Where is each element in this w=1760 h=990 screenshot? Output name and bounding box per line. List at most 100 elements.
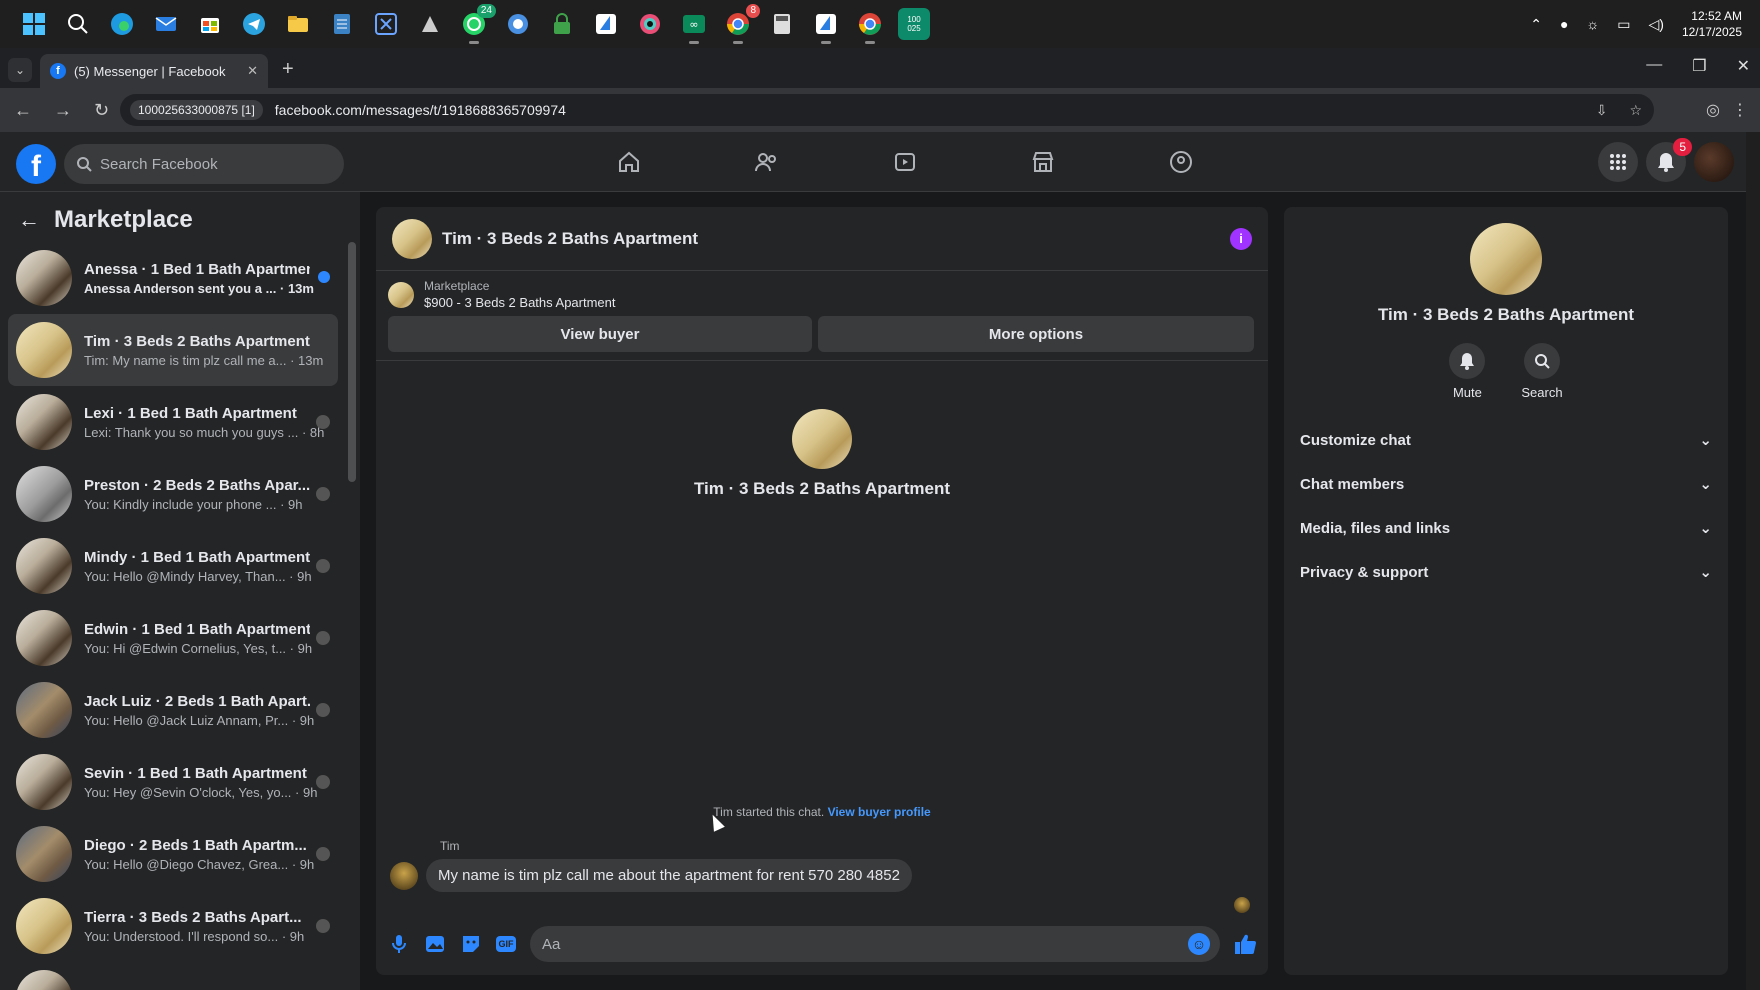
details-avatar[interactable] [1470,223,1542,295]
chrome-icon-2[interactable] [854,8,886,44]
search-icon [77,157,92,172]
listing-thumbnail[interactable] [388,281,414,308]
conversation-item[interactable]: Jack Luiz · 2 Beds 1 Bath Apart... You: H… [8,674,338,746]
sidebar-scrollbar[interactable] [348,242,356,482]
conversation-item[interactable]: Tim · 3 Beds 2 Baths Apartment Tim: My na… [8,314,338,386]
notes-icon[interactable] [326,8,358,40]
friends-tab[interactable] [698,132,836,192]
menu-icon[interactable]: ⋮ [1732,100,1748,120]
store-icon[interactable] [194,8,226,40]
chevron-up-icon[interactable]: ⌃ [1530,16,1542,33]
conversation-avatar [16,682,72,738]
lock-app-icon[interactable] [546,8,578,40]
read-receipt-avatar [316,631,330,645]
conversation-item[interactable]: Aaron · 1 Bed 1 Bath Apartment [8,962,338,990]
tab-search-icon[interactable]: ⌄ [8,58,32,82]
facebook-logo-icon[interactable]: f [16,144,56,184]
details-section[interactable]: Privacy & support ⌄ [1296,550,1716,594]
search-input[interactable]: Search Facebook [64,144,344,184]
conversation-item[interactable]: Anessa · 1 Bed 1 Bath Apartment Anessa An… [8,242,338,314]
conversation-item[interactable]: Lexi · 1 Bed 1 Bath Apartment Lexi: Thank… [8,386,338,458]
clock[interactable]: 12:52 AM 12/17/2025 [1682,8,1742,40]
intro-avatar[interactable] [792,409,852,469]
whatsapp-icon[interactable]: 24 [458,4,496,44]
view-buyer-button[interactable]: View buyer [388,316,812,352]
chat-title[interactable]: Tim · 3 Beds 2 Baths Apartment [442,229,698,249]
message-bubble[interactable]: My name is tim plz call me about the apa… [426,859,912,892]
search-chat-button[interactable]: Search [1521,343,1563,400]
emoji-icon[interactable]: ☺ [1188,933,1210,955]
calculator-icon[interactable] [766,8,798,40]
account-avatar[interactable] [1694,142,1734,182]
groups-tab[interactable] [1112,132,1250,192]
message-input[interactable]: Aa ☺ [530,926,1220,962]
telegram-icon[interactable] [238,8,270,40]
photo-icon[interactable] [424,933,446,955]
restore-button[interactable]: ❐ [1692,56,1706,76]
marketplace-tab[interactable] [974,132,1112,192]
conversation-item[interactable]: Tierra · 3 Beds 2 Baths Apart... You: Und… [8,890,338,962]
browser-icon[interactable] [502,8,534,40]
snip-icon[interactable] [370,8,402,40]
details-section[interactable]: Media, files and links ⌄ [1296,506,1716,550]
site-info-chip[interactable]: 100025633000875 [1] [130,100,263,120]
info-icon[interactable]: i [1230,227,1252,250]
conversation-item[interactable]: Sevin · 1 Bed 1 Bath Apartment You: Hey @… [8,746,338,818]
sender-avatar[interactable] [390,861,418,890]
volume-icon[interactable]: ◁) [1649,16,1664,33]
file-explorer-icon[interactable] [282,8,314,40]
mute-button[interactable]: Mute [1449,343,1486,400]
conversation-item[interactable]: Edwin · 1 Bed 1 Bath Apartment You: Hi @E… [8,602,338,674]
new-tab-button[interactable]: + [282,58,294,81]
tab-messenger[interactable]: f (5) Messenger | Facebook ✕ [40,54,268,88]
chat-avatar[interactable] [392,218,432,259]
search-icon[interactable] [62,8,94,40]
profile-icon[interactable]: ◎ [1706,100,1720,120]
edge-icon[interactable] [106,8,138,40]
page-scrollbar[interactable] [1746,132,1760,990]
details-section[interactable]: Customize chat ⌄ [1296,418,1716,462]
back-button[interactable]: ← [14,100,32,121]
menu-grid-button[interactable] [1598,142,1638,182]
more-options-button[interactable]: More options [818,316,1254,352]
notifications-button[interactable]: 5 [1646,138,1692,182]
chat-header: Tim · 3 Beds 2 Baths Apartment i [376,207,1268,271]
home-tab[interactable] [560,132,698,192]
thumbs-up-icon[interactable] [1234,933,1256,955]
network-icon[interactable]: ▭ [1617,16,1630,33]
listing-price[interactable]: $900 - 3 Beds 2 Baths Apartment [424,295,616,310]
sticker-icon[interactable] [460,933,482,955]
sail-icon-2[interactable] [810,8,842,44]
sail-icon[interactable] [590,8,622,40]
close-window-button[interactable]: ✕ [1737,56,1750,76]
mail-icon[interactable] [150,8,182,40]
details-section[interactable]: Chat members ⌄ [1296,462,1716,506]
app-100-icon[interactable]: 100 025 [898,8,930,40]
windows-icon[interactable] [18,8,50,40]
security-icon[interactable]: ● [1560,16,1568,32]
video-tab[interactable] [836,132,974,192]
conversation-item[interactable]: Preston · 2 Beds 2 Baths Apar... You: Kin… [8,458,338,530]
microphone-icon[interactable] [388,933,410,955]
back-arrow-icon[interactable]: ← [18,207,40,233]
app-icon[interactable] [414,8,446,40]
gif-icon[interactable]: GIF [496,936,516,952]
view-buyer-profile-link[interactable]: View buyer profile [828,805,931,819]
brightness-icon[interactable]: ☼ [1586,16,1599,32]
forward-button[interactable]: → [54,100,72,121]
conversation-item[interactable]: Mindy · 1 Bed 1 Bath Apartment You: Hello… [8,530,338,602]
reload-button[interactable]: ↻ [94,100,109,121]
chrome-icon[interactable]: 8 [722,4,760,44]
infinity-icon[interactable]: ∞ [678,8,710,44]
chat-details-panel: Tim · 3 Beds 2 Baths Apartment Mute Sear… [1284,207,1728,975]
read-receipt-avatar [316,919,330,933]
install-app-icon[interactable]: ⇩ [1596,102,1608,119]
conversation-name: Lexi · 1 Bed 1 Bath Apartment [84,404,297,422]
url-input[interactable]: 100025633000875 [1] facebook.com/message… [120,94,1654,126]
conversation-item[interactable]: Diego · 2 Beds 1 Bath Apartm... You: Hell… [8,818,338,890]
minimize-button[interactable]: — [1646,56,1662,76]
bookmark-star-icon[interactable]: ☆ [1629,102,1642,119]
grid-icon [1610,154,1626,170]
close-tab-icon[interactable]: ✕ [247,63,258,79]
color-icon[interactable] [634,8,666,40]
